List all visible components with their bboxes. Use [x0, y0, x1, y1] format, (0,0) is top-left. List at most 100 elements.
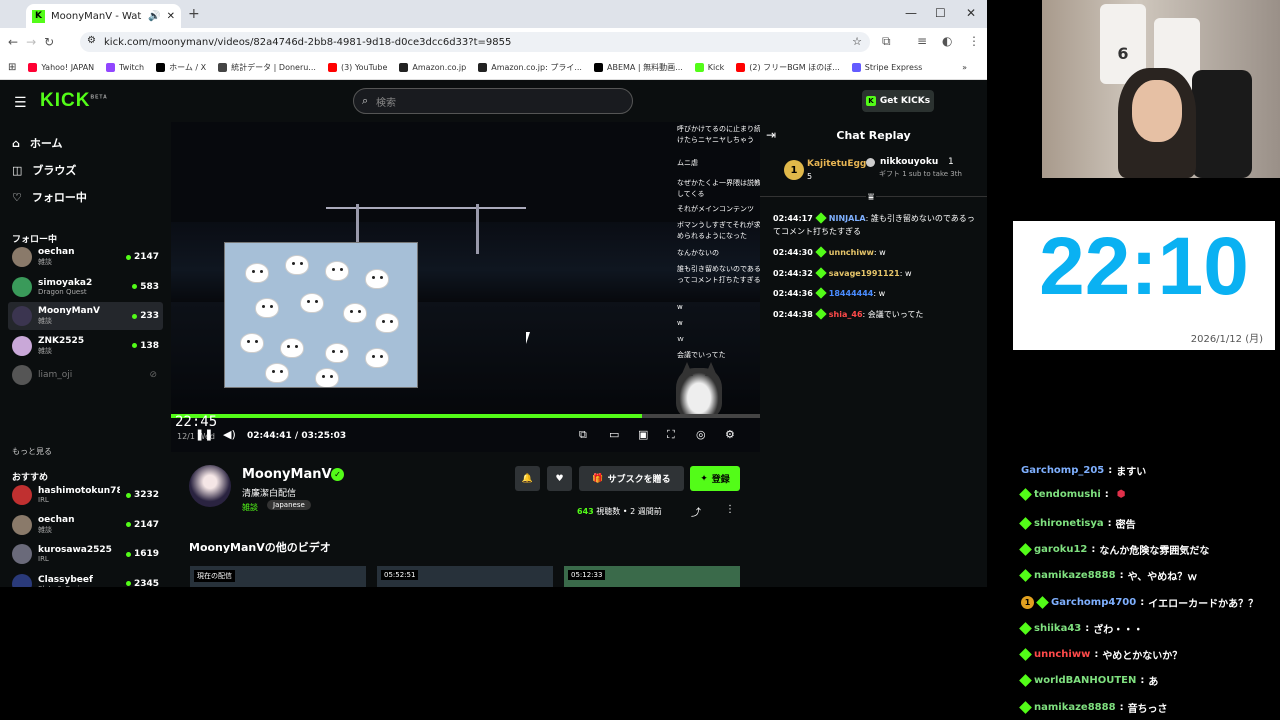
extensions-icon[interactable]: ⧉	[882, 34, 891, 49]
share-icon[interactable]: ⤴	[691, 504, 701, 519]
site-info-icon[interactable]: ⚙	[87, 35, 96, 46]
overlay-chat-message: 1 Garchomp4700: イエローカードかあ？？	[1021, 595, 1258, 610]
bookmark-item[interactable]: 統計データ | Doneru...	[218, 62, 316, 73]
sidebar-nav-0[interactable]: ⌂ ホーム	[12, 135, 63, 151]
chat-username[interactable]: 18444444	[829, 289, 874, 298]
kick-logo[interactable]: KICKBETA	[40, 90, 108, 112]
apps-icon[interactable]: ⊞	[8, 62, 16, 73]
overlay-text: 密告	[1115, 519, 1136, 531]
sidebar-channel-simoyaka2[interactable]: simoyaka2 Dragon Quest 583	[8, 273, 163, 301]
bookmark-item[interactable]: ABEMA | 無料動画...	[593, 62, 683, 73]
browse-icon: ◫	[12, 163, 23, 177]
browser-tab[interactable]: K MoonyManV - Watch the V 🔊 ✕	[26, 4, 181, 28]
chat-username[interactable]: NINJALA	[829, 214, 866, 223]
channel-name[interactable]: MoonyManV	[242, 467, 332, 482]
nav-label: フォロー中	[31, 191, 87, 204]
subscribe-button[interactable]: ✦ 登録	[690, 466, 740, 491]
address-bar[interactable]: ⚙ kick.com/moonymanv/videos/82a4746d-2bb…	[80, 32, 870, 52]
bookmark-label: Amazon.co.jp: プライ...	[491, 63, 582, 72]
hamburger-menu-icon[interactable]: ☰	[14, 95, 27, 111]
bookmark-star-icon[interactable]: ☆	[852, 35, 862, 48]
menu-icon[interactable]: ⋮	[968, 34, 980, 48]
profile-icon[interactable]: ◐	[942, 34, 952, 48]
chat-username[interactable]: unnchiww	[829, 248, 874, 257]
more-options-icon[interactable]: ⋮	[725, 504, 735, 515]
bell-icon: 🔔	[521, 473, 534, 484]
video-thumbnail[interactable]: 05:12:33	[564, 566, 740, 587]
bookmark-item[interactable]: ホーム / X	[156, 62, 206, 73]
channel-avatar	[12, 276, 32, 297]
follow-heart-button[interactable]: ♥	[547, 466, 572, 491]
bookmark-item[interactable]: Kick	[694, 63, 724, 72]
hamster-figure	[245, 263, 269, 283]
sidebar-channel-liam_oji[interactable]: liam_oji ⊘	[8, 361, 163, 389]
volume-icon[interactable]: ◀)	[223, 428, 236, 441]
forward-icon[interactable]: →	[26, 35, 36, 49]
views-count: 643	[577, 507, 594, 516]
live-dot-icon	[132, 313, 138, 319]
timestamp: 02:44:38	[773, 310, 813, 319]
bookmark-item[interactable]: Amazon.co.jp: プライ...	[478, 62, 582, 73]
pause-icon[interactable]: ❚❚	[195, 428, 213, 441]
miniplayer-icon[interactable]: ⧉	[579, 428, 587, 442]
reload-icon[interactable]: ↻	[44, 35, 54, 49]
user-avatar[interactable]	[938, 90, 960, 112]
sub-badge-icon	[1036, 595, 1049, 609]
tab-close-icon[interactable]: ✕	[167, 11, 175, 22]
search-input[interactable]: ⌕ 検索	[353, 88, 633, 114]
get-kicks-button[interactable]: K Get KICKs	[862, 90, 934, 112]
bookmark-item[interactable]: Yahoo! JAPAN	[28, 63, 94, 72]
notify-bell-button[interactable]: 🔔	[515, 466, 540, 491]
gift-sub-button[interactable]: 🎁 サブスクを贈る	[579, 466, 684, 491]
bookmark-item[interactable]: Stripe Express	[851, 63, 922, 72]
close-window-button[interactable]: ✕	[966, 6, 976, 20]
sidebar-channel-hashimotokun78[interactable]: hashimotokun78 IRL 3232	[8, 481, 163, 509]
danmaku-comment: それがメインコンテンツ	[677, 205, 754, 213]
settings-gear-icon[interactable]: ⚙	[725, 428, 735, 441]
channel-avatar[interactable]	[189, 465, 231, 507]
bookmark-item[interactable]: (3) YouTube	[327, 63, 387, 72]
clip-icon[interactable]: ▣	[638, 428, 648, 441]
leader-1-name[interactable]: KajitetuEgg	[807, 159, 866, 169]
overlay-username: unnchiww	[1034, 649, 1091, 661]
chat-username[interactable]: savage1991121	[829, 269, 900, 278]
sidebar-nav-1[interactable]: ◫ ブラウズ	[12, 162, 76, 178]
seek-bar[interactable]	[171, 414, 760, 418]
bookmark-item[interactable]: (2) フリーBGM ほのぼ...	[736, 62, 840, 73]
sidebar-channel-znk2525[interactable]: ZNK2525 雑談 138	[8, 332, 163, 360]
overlay-username: worldBANHOUTEN	[1034, 675, 1137, 687]
bookmark-item[interactable]: Twitch	[106, 63, 144, 72]
back-icon[interactable]: ←	[8, 35, 18, 49]
video-thumbnail[interactable]: 05:52:51	[377, 566, 553, 587]
speaker-icon[interactable]: 🔊	[148, 11, 160, 22]
video-player[interactable]: 呼びかけてるのに止まり続けたらニヤニヤしちゃう ムニ虐 なぜかたくよ一界隈は説教して…	[171, 122, 760, 452]
new-tab-button[interactable]: +	[188, 6, 200, 22]
timestamp: 02:44:30	[773, 248, 813, 257]
more-videos-title: MoonyManVの他のビデオ	[189, 541, 331, 554]
viewer-count: 2345	[125, 579, 163, 587]
show-more-link[interactable]: もっと見る	[12, 446, 52, 457]
fullscreen-icon[interactable]: ⛶	[667, 428, 675, 442]
bookmark-item[interactable]: Amazon.co.jp	[399, 63, 466, 72]
overlay-chat-message: namikaze8888: や、やめね？ｗ	[1019, 568, 1197, 583]
sidebar-channel-kurosawa2525[interactable]: kurosawa2525 IRL 1619	[8, 540, 163, 568]
kick-site: ☰ KICKBETA ⌕ 検索 K Get KICKs フォロー中 もっと見る …	[0, 80, 987, 587]
leader-2-name[interactable]: nikkouyoku	[880, 157, 938, 167]
sidebar-channel-oechan[interactable]: oechan 雑談 2147	[8, 511, 163, 539]
overlay-chat-message: unnchiww: やめとかないか？	[1019, 647, 1182, 662]
chat-username[interactable]: shia_46	[829, 310, 863, 319]
speed-icon[interactable]: ◎	[696, 428, 706, 441]
category-link[interactable]: 雑談	[242, 502, 258, 513]
maximize-button[interactable]: ☐	[935, 6, 946, 20]
bookmarks-overflow-icon[interactable]: »	[962, 63, 967, 72]
language-tag[interactable]: Japanese	[267, 500, 311, 510]
sidebar-nav-2[interactable]: ♡ フォロー中	[12, 189, 87, 205]
video-thumbnail[interactable]: 現在の配信	[190, 566, 366, 587]
sidebar-channel-moonymanv[interactable]: MoonyManV 雑談 233	[8, 302, 163, 330]
media-icon[interactable]: ≡	[917, 34, 927, 48]
filter-icon[interactable]: ⩸	[866, 192, 877, 203]
sidebar-channel-classybeef[interactable]: ClassybeefSlots & Casino 2345	[8, 570, 163, 587]
theater-icon[interactable]: ▭	[609, 428, 619, 441]
minimize-button[interactable]: —	[905, 6, 917, 20]
sidebar-channel-oechan[interactable]: oechan 雑談 2147	[8, 243, 163, 271]
